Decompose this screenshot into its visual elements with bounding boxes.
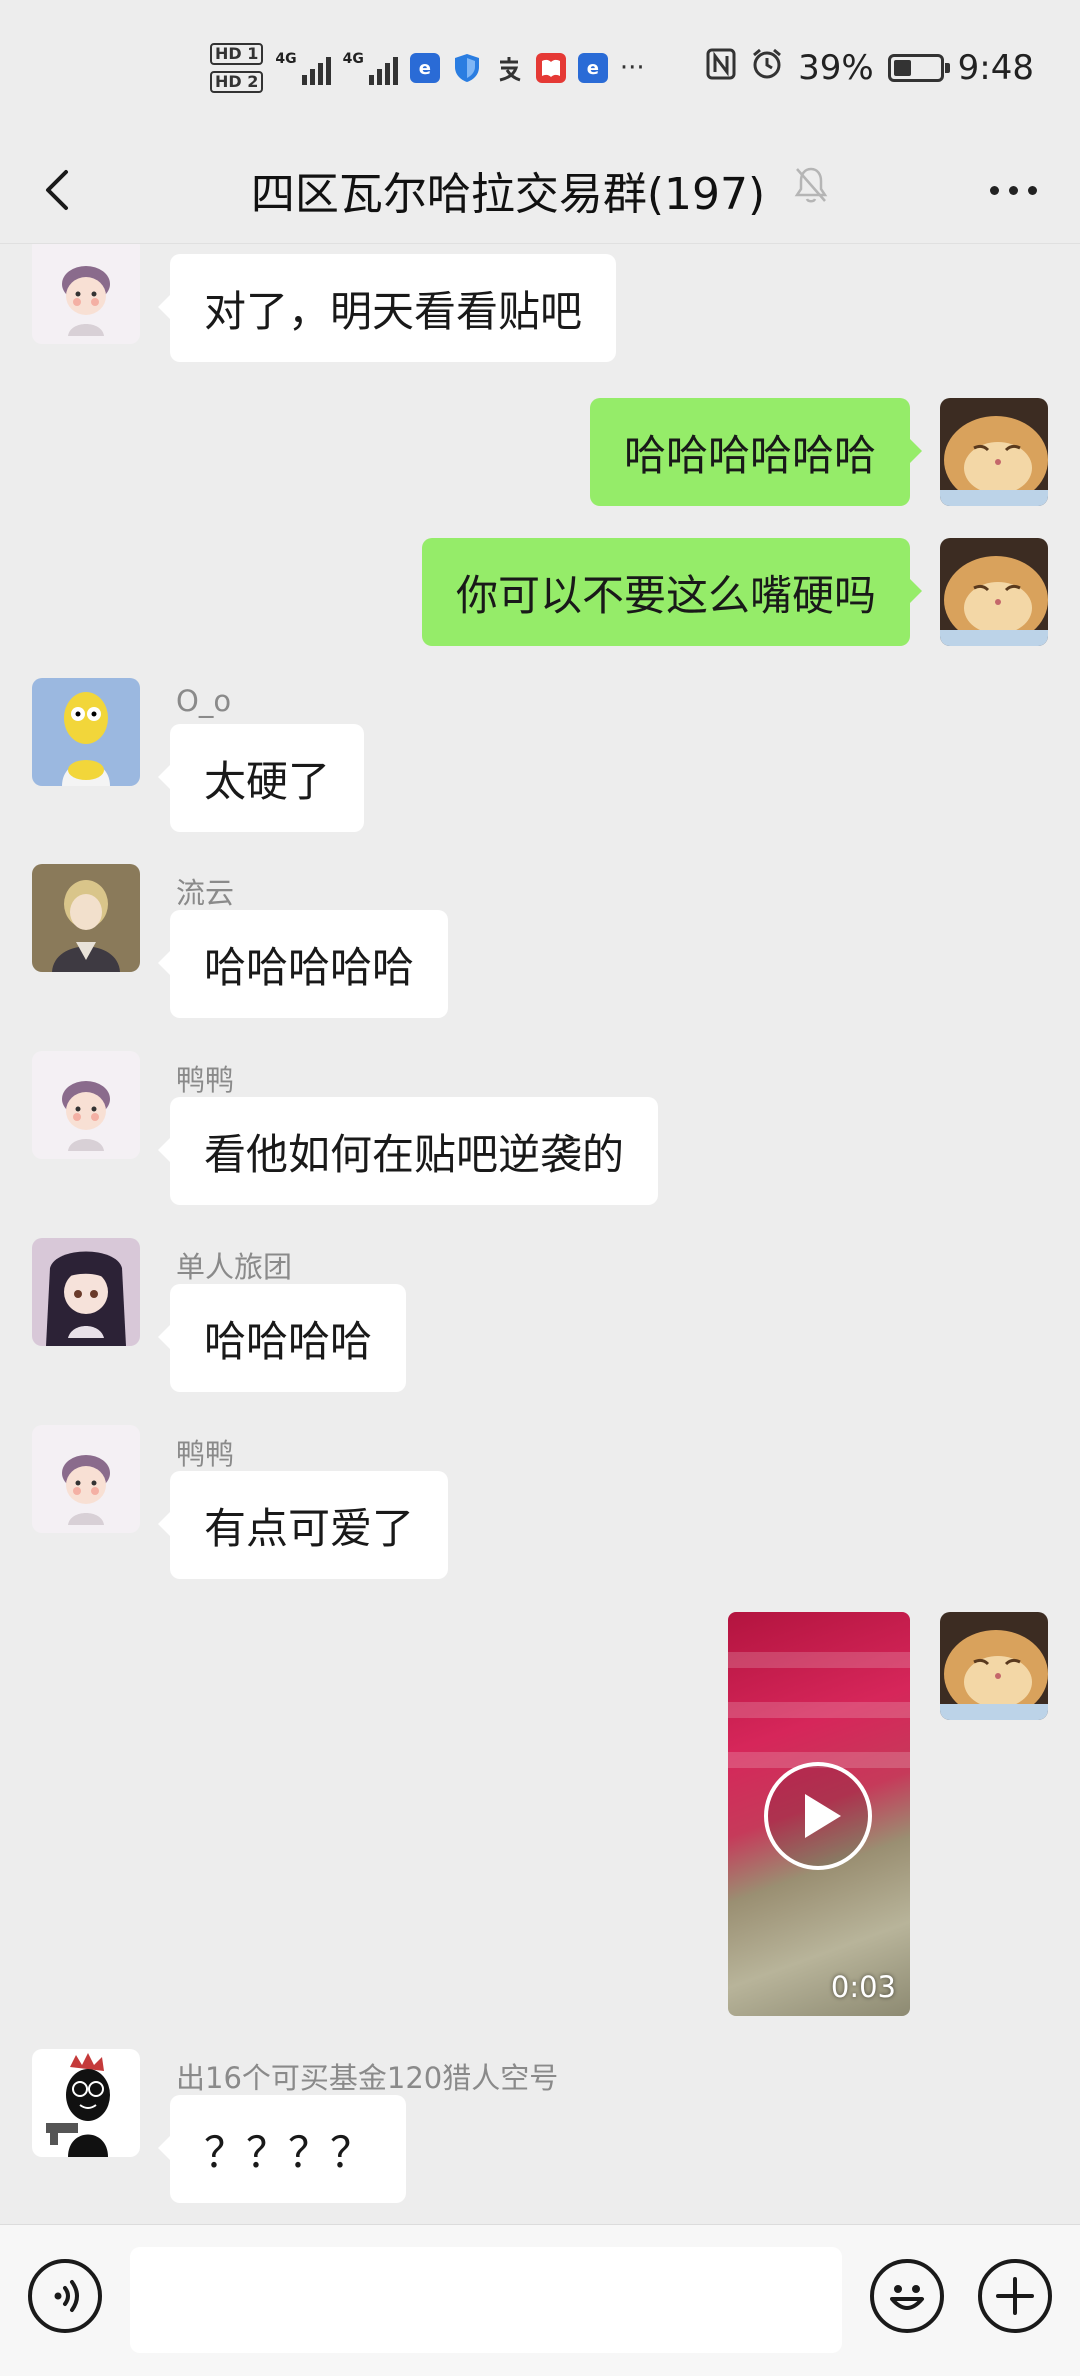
voice-button[interactable]	[28, 2259, 102, 2333]
boy-avatar[interactable]	[32, 1425, 140, 1533]
emoji-icon	[890, 2285, 924, 2310]
play-button[interactable]	[764, 1762, 872, 1870]
message-input[interactable]	[130, 2247, 842, 2353]
clock: 9:48	[957, 48, 1034, 88]
alarm-icon	[750, 47, 784, 90]
sender-name: 单人旅团	[176, 1250, 293, 1284]
anime-girl-avatar[interactable]	[32, 1238, 140, 1346]
message-bubble[interactable]: 哈哈哈哈哈	[157, 910, 449, 1018]
chat-title-wrap: 四区瓦尔哈拉交易群(197)	[0, 136, 1080, 244]
more-functions-button[interactable]	[978, 2259, 1052, 2333]
dot-icon	[989, 185, 999, 195]
cat-avatar[interactable]	[940, 1612, 1048, 1720]
sim2-badge: HD 2	[210, 71, 264, 93]
video-duration: 0:03	[830, 1970, 896, 2004]
sim1-badge: HD 1	[210, 43, 264, 65]
cat-avatar[interactable]	[940, 538, 1048, 646]
message-bubble[interactable]: 哈哈哈哈	[157, 1284, 407, 1392]
dot-icon	[1008, 185, 1018, 195]
mute-bell-icon	[793, 165, 829, 216]
status-bar: HD 1 HD 2 4G 4G e e ··· 39% 9:48	[0, 0, 1080, 136]
signal-1-icon: 4G	[275, 51, 331, 85]
battery-percent: 39%	[798, 48, 874, 88]
message-bubble[interactable]: 太硬了	[157, 724, 365, 832]
plus-icon	[996, 2277, 1034, 2315]
more-button[interactable]	[978, 162, 1048, 218]
video-message[interactable]: 0:03	[728, 1612, 910, 2016]
message-bubble[interactable]: 有点可爱了	[157, 1471, 449, 1579]
status-right: 39% 9:48	[706, 40, 1034, 96]
boy-avatar[interactable]	[32, 1051, 140, 1159]
cartoon-avatar[interactable]	[32, 678, 140, 786]
emoji-button[interactable]	[870, 2259, 944, 2333]
chat-header: 四区瓦尔哈拉交易群(197)	[0, 136, 1080, 244]
sender-name: 流云	[176, 876, 235, 910]
sender-name: 鸭鸭	[176, 1437, 235, 1471]
message-list[interactable]: 鸭鸭 对了，明天看看贴吧 哈哈哈哈哈哈 你可以不要这么嘴硬吗 O_o 太硬了 流…	[0, 244, 1080, 2224]
app-notification-icon-2: e	[577, 53, 608, 83]
nfc-icon	[706, 48, 736, 89]
signal-2-icon: 4G	[343, 51, 398, 85]
input-bar	[0, 2224, 1080, 2376]
status-left: HD 1 HD 2 4G 4G e e ···	[210, 38, 645, 98]
sender-name: 出16个可买基金120猎人空号	[176, 2061, 559, 2095]
shield-icon	[452, 53, 482, 83]
sender-name: 鸭鸭	[176, 1063, 235, 1097]
voice-icon	[54, 2280, 79, 2312]
message-bubble-self[interactable]: 你可以不要这么嘴硬吗	[421, 538, 923, 646]
message-bubble[interactable]: 对了，明天看看贴吧	[157, 254, 617, 362]
message-bubble[interactable]: 看他如何在贴吧逆袭的	[157, 1097, 659, 1205]
play-icon	[805, 1794, 841, 1838]
message-bubble-self[interactable]: 哈哈哈哈哈哈	[589, 398, 923, 506]
gun-avatar[interactable]	[32, 2049, 140, 2157]
message-bubble[interactable]: ？？？？	[157, 2095, 407, 2203]
book-app-icon	[535, 53, 566, 83]
cat-avatar[interactable]	[940, 398, 1048, 506]
dot-icon	[1027, 185, 1037, 195]
battery-icon	[887, 54, 950, 82]
app-notification-icon: e	[409, 53, 440, 83]
alipay-icon	[494, 53, 524, 83]
sim-indicators: HD 1 HD 2	[210, 43, 264, 93]
more-notifications-icon: ···	[619, 53, 645, 83]
anime-man-avatar[interactable]	[32, 864, 140, 972]
chat-title: 四区瓦尔哈拉交易群(197)	[250, 169, 766, 220]
sender-name: O_o	[176, 684, 232, 718]
boy-avatar[interactable]	[32, 244, 140, 344]
